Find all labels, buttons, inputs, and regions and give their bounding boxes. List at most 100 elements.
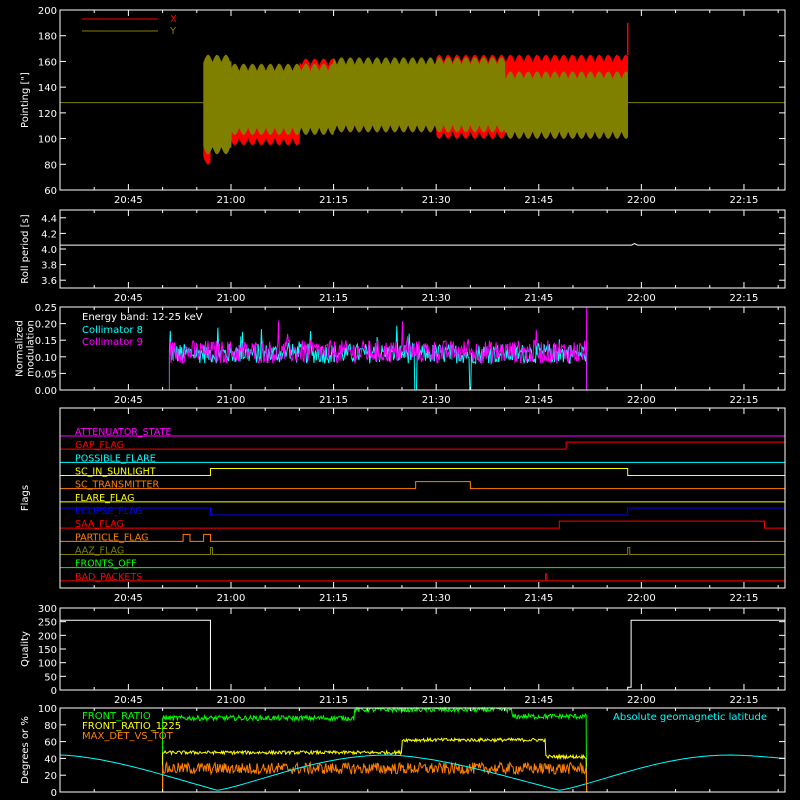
pointing-ytick-label-2: 100	[38, 135, 57, 146]
ratios-series-2	[162, 760, 588, 793]
quality-ytick-label-5: 250	[38, 618, 57, 629]
modulation-xtick-label-5: 22:00	[627, 395, 656, 406]
pointing-panel: XY 20:45 21:00 21:15 21:30 21:45 22:00 22:15 60 8…	[20, 6, 786, 206]
ratios-ytick-label-2: 40	[44, 754, 57, 765]
flag-label-sc_transmitter: SC_TRANSMITTER	[75, 480, 160, 491]
pointing-ytick-label-6: 180	[38, 32, 57, 43]
flags-xtick-label-0: 20:45	[114, 593, 143, 604]
pointing-xtick-label-2: 21:15	[319, 195, 348, 206]
roll-ytick-label-3: 4.2	[41, 229, 57, 240]
ratios-ytick-label-0: 0	[51, 788, 57, 799]
modulation-ytick-label-4: 0.20	[35, 320, 57, 331]
flag-label-gap_flag: GAP_FLAG	[75, 440, 124, 451]
pointing-ytick-label-3: 120	[38, 109, 57, 120]
modulation-xtick-label-4: 21:45	[524, 395, 553, 406]
modulation-xtick-label-2: 21:15	[319, 395, 348, 406]
flag-label-possible_flare: POSSIBLE_FLARE	[75, 453, 156, 464]
pointing-ytick-label-1: 80	[44, 160, 57, 171]
roll-ytick-label-1: 3.8	[41, 261, 57, 272]
modulation-xtick-label-0: 20:45	[114, 395, 143, 406]
quality-ytick-label-6: 300	[38, 604, 57, 615]
quality-series	[60, 619, 785, 691]
roll-xtick-label-3: 21:30	[422, 293, 451, 304]
flags-panel: ATTENUATOR_STATE GAP_FLAG POSSIBLE_FLARE SC…	[20, 407, 786, 604]
flags-xtick-label-5: 22:00	[627, 593, 656, 604]
figure: X Y 20:45 21:00 21:15 21:30 21:45 22:00 22:15 60 8…	[0, 0, 800, 800]
flags-xtick-label-6: 22:15	[730, 593, 759, 604]
flag-label-bad_packets: BAD_PACKETS	[75, 572, 142, 583]
modulation-ytick-label-1: 0.05	[35, 369, 57, 380]
roll-xtick-label-6: 22:15	[730, 293, 759, 304]
quality-panel: 20:45 21:00 21:15 21:30 21:45 22:00 22:15 0 50 10…	[20, 604, 786, 706]
quality-ylabel-0: Quality	[20, 631, 31, 667]
modulation-ylabel-0: Normalized	[15, 320, 26, 377]
ratios-annotation: Absolute geomagnetic latitude	[613, 712, 767, 723]
flags-xtick-label-1: 21:00	[217, 593, 246, 604]
flag-label-eclipse_flag: ECLIPSE_FLAG	[75, 506, 143, 517]
pointing-xtick-label-4: 21:45	[524, 195, 553, 206]
roll-xtick-label-1: 21:00	[217, 293, 246, 304]
quality-xtick-label-0: 20:45	[114, 695, 143, 706]
flag-trace-particle_flag	[60, 533, 785, 542]
flag-trace-bad_packets	[60, 573, 785, 582]
flag-trace-eclipse_flag	[60, 507, 785, 516]
quality-ytick-label-2: 100	[38, 659, 57, 670]
pointing-legend-label-X: X	[170, 14, 177, 25]
roll-xtick-label-4: 21:45	[524, 293, 553, 304]
ratios-ytick-label-1: 20	[44, 771, 57, 782]
roll-ytick-label-4: 4.4	[41, 214, 57, 225]
flag-trace-saa_flag	[60, 520, 785, 529]
quality-ytick-label-4: 200	[38, 631, 57, 642]
modulation-legend-label-0: Collimator 8	[82, 325, 143, 336]
modulation-xtick-label-3: 21:30	[422, 395, 451, 406]
roll-ylabel-0: Roll period [s]	[20, 214, 31, 283]
pointing-series-Y	[60, 54, 785, 155]
flag-trace-gap_flag	[60, 441, 785, 450]
modulation-ytick-label-5: 0.25	[35, 303, 57, 314]
quality-ytick-label-1: 50	[44, 672, 57, 683]
ratios-ytick-label-5: 100	[38, 704, 57, 715]
flag-label-sc_in_sunlight: SC_IN_SUNLIGHT	[75, 467, 156, 478]
modulation-legend-label-1: Collimator 9	[82, 337, 143, 348]
quality-ytick-label-3: 150	[38, 645, 57, 656]
ratios-ylabel-0: Degrees or %	[20, 716, 31, 784]
quality-xtick-label-3: 21:30	[422, 695, 451, 706]
flag-label-saa_flag: SAA_FLAG	[75, 519, 124, 530]
quality-xtick-label-5: 22:00	[627, 695, 656, 706]
ratios-series-0	[162, 706, 588, 793]
flags-xtick-label-2: 21:15	[319, 593, 348, 604]
flag-label-particle_flag: PARTICLE_FLAG	[75, 532, 148, 543]
flag-trace-sc_transmitter	[60, 481, 785, 490]
flags-ylabel-0: Flags	[20, 485, 31, 511]
pointing-xtick-label-6: 22:15	[730, 195, 759, 206]
modulation-ylabel-1: modulation	[26, 320, 37, 377]
flag-label-attenuator_state: ATTENUATOR_STATE	[75, 427, 171, 438]
quality-xtick-label-1: 21:00	[217, 695, 246, 706]
roll-ytick-label-2: 4.0	[41, 245, 57, 256]
ratios-ytick-label-4: 80	[44, 721, 57, 732]
modulation-xtick-label-1: 21:00	[217, 395, 246, 406]
flag-label-aaz_flag: AAZ_FLAG	[75, 546, 124, 557]
modulation-ytick-label-2: 0.10	[35, 353, 57, 364]
flag-trace-sc_in_sunlight	[60, 468, 785, 476]
pointing-ytick-label-4: 140	[38, 83, 57, 94]
quality-xtick-label-4: 21:45	[524, 695, 553, 706]
roll-panel: 20:45 21:00 21:15 21:30 21:45 22:00 22:15 3.6 3.…	[20, 209, 786, 304]
flag-label-flare_flag: FLARE_FLAG	[75, 493, 135, 504]
roll-xtick-label-5: 22:00	[627, 293, 656, 304]
flags-xtick-label-3: 21:30	[422, 593, 451, 604]
roll-frame	[59, 209, 786, 289]
pointing-ytick-label-5: 160	[38, 57, 57, 68]
roll-series	[60, 242, 785, 246]
ratios-ytick-label-3: 60	[44, 738, 57, 749]
quality-xtick-label-2: 21:15	[319, 695, 348, 706]
pointing-ylabel-0: Pointing ["]	[20, 72, 31, 128]
pointing-xtick-label-1: 21:00	[217, 195, 246, 206]
flag-label-fronts_off: FRONTS_OFF	[75, 559, 137, 570]
modulation-legend-title: Energy band: 12-25 keV	[82, 312, 203, 323]
pointing-xtick-label-3: 21:30	[422, 195, 451, 206]
pointing-legend-label-Y: Y	[169, 26, 177, 37]
ratios-series-3	[59, 754, 786, 791]
modulation-xtick-label-6: 22:15	[730, 395, 759, 406]
quality-ytick-label-0: 0	[51, 686, 57, 697]
